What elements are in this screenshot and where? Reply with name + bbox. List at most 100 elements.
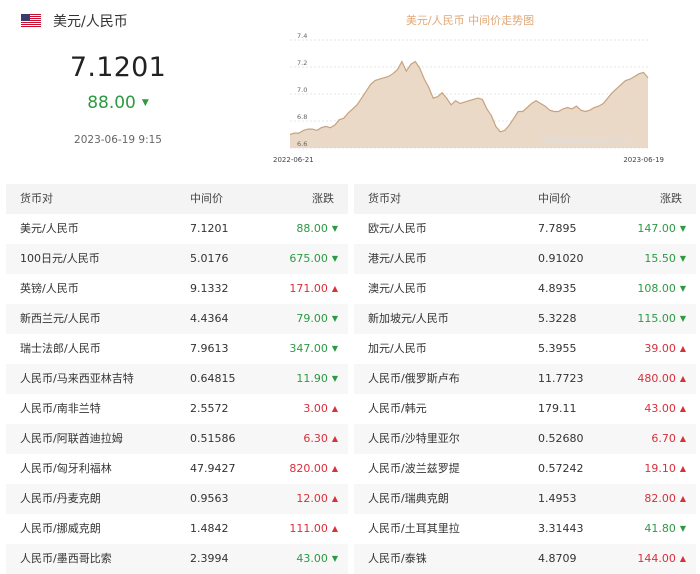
table-row[interactable]: 瑞士法郎/人民币 7.9613 347.00 ▼	[6, 334, 348, 364]
table-row[interactable]: 人民币/瑞典克朗 1.4953 82.00 ▲	[354, 484, 696, 514]
pair-name[interactable]: 人民币/沙特里亚尔	[368, 424, 460, 454]
table-row[interactable]: 人民币/马来西亚林吉特 0.64815 11.90 ▼	[6, 364, 348, 394]
change-value: 43.00	[644, 402, 676, 415]
pair-name[interactable]: 欧元/人民币	[368, 214, 427, 244]
up-arrow-icon: ▲	[331, 524, 338, 533]
table-row[interactable]: 人民币/波兰兹罗提 0.57242 19.10 ▲	[354, 454, 696, 484]
mid-rate: 5.0176	[190, 252, 229, 265]
trend-chart[interactable]: 美元/人民币 中间价走势图 chinamoney.com.cn 7.4 7.2 7.…	[268, 8, 668, 168]
change-value: 15.50	[644, 252, 676, 265]
table-row[interactable]: 港元/人民币 0.91020 15.50 ▼	[354, 244, 696, 274]
table-header: 货币对 中间价 涨跌	[354, 184, 696, 214]
y-tick-label: 6.6	[297, 140, 307, 148]
change-cell: 108.00 ▼	[637, 274, 686, 304]
pair-name[interactable]: 人民币/泰铢	[368, 544, 427, 574]
up-arrow-icon: ▲	[679, 494, 686, 503]
change-value: 3.00	[303, 402, 328, 415]
pair-name[interactable]: 人民币/韩元	[368, 394, 427, 424]
rate-change: 88.00 ▼	[58, 93, 178, 113]
pair-name[interactable]: 人民币/匈牙利福林	[20, 454, 112, 484]
table-row[interactable]: 美元/人民币 7.1201 88.00 ▼	[6, 214, 348, 244]
change-cell: 115.00 ▼	[637, 304, 686, 334]
pair-name[interactable]: 英镑/人民币	[20, 274, 79, 304]
pair-name[interactable]: 瑞士法郎/人民币	[20, 334, 101, 364]
pair-name[interactable]: 人民币/瑞典克朗	[368, 484, 449, 514]
mid-rate: 7.1201	[190, 222, 229, 235]
change-cell: 147.00 ▼	[637, 214, 686, 244]
mid-rate: 0.91020	[538, 252, 584, 265]
pair-name[interactable]: 港元/人民币	[368, 244, 427, 274]
pair-name[interactable]: 人民币/墨西哥比索	[20, 544, 112, 574]
table-row[interactable]: 人民币/阿联酋迪拉姆 0.51586 6.30 ▲	[6, 424, 348, 454]
table-row[interactable]: 人民币/俄罗斯卢布 11.7723 480.00 ▲	[354, 364, 696, 394]
change-value: 6.30	[303, 432, 328, 445]
change-cell: 6.30 ▲	[303, 424, 338, 454]
down-arrow-icon: ▼	[331, 374, 338, 383]
change-cell: 39.00 ▲	[644, 334, 686, 364]
current-rate: 7.1201	[69, 52, 167, 83]
table-row[interactable]: 人民币/南非兰特 2.5572 3.00 ▲	[6, 394, 348, 424]
mid-rate: 179.11	[538, 402, 577, 415]
table-row[interactable]: 人民币/匈牙利福林 47.9427 820.00 ▲	[6, 454, 348, 484]
down-arrow-icon: ▼	[331, 344, 338, 353]
change-cell: 11.90 ▼	[296, 364, 338, 394]
up-arrow-icon: ▲	[679, 404, 686, 413]
pair-name[interactable]: 人民币/俄罗斯卢布	[368, 364, 460, 394]
mid-rate: 1.4842	[190, 522, 229, 535]
pair-name[interactable]: 新西兰元/人民币	[20, 304, 101, 334]
mid-rate: 0.51586	[190, 432, 236, 445]
pair-name[interactable]: 人民币/南非兰特	[20, 394, 101, 424]
pair-name[interactable]: 加元/人民币	[368, 334, 427, 364]
up-arrow-icon: ▲	[331, 464, 338, 473]
table-row[interactable]: 100日元/人民币 5.0176 675.00 ▼	[6, 244, 348, 274]
mid-rate: 1.4953	[538, 492, 577, 505]
down-arrow-icon: ▼	[679, 284, 686, 293]
table-row[interactable]: 欧元/人民币 7.7895 147.00 ▼	[354, 214, 696, 244]
mid-rate: 47.9427	[190, 462, 236, 475]
pair-title: 美元/人民币	[53, 14, 128, 30]
change-cell: 41.80 ▼	[644, 514, 686, 544]
mid-rate: 0.52680	[538, 432, 584, 445]
table-row[interactable]: 人民币/丹麦克朗 0.9563 12.00 ▲	[6, 484, 348, 514]
change-cell: 820.00 ▲	[289, 454, 338, 484]
up-arrow-icon: ▲	[679, 554, 686, 563]
table-row[interactable]: 新西兰元/人民币 4.4364 79.00 ▼	[6, 304, 348, 334]
table-row[interactable]: 加元/人民币 5.3955 39.00 ▲	[354, 334, 696, 364]
table-row[interactable]: 人民币/土耳其里拉 3.31443 41.80 ▼	[354, 514, 696, 544]
pair-name[interactable]: 人民币/丹麦克朗	[20, 484, 101, 514]
pair-name[interactable]: 人民币/挪威克朗	[20, 514, 101, 544]
pair-name[interactable]: 新加坡元/人民币	[368, 304, 449, 334]
col-mid-header: 中间价	[538, 192, 571, 205]
change-value: 11.90	[296, 372, 328, 385]
change-cell: 88.00 ▼	[296, 214, 338, 244]
pair-name[interactable]: 100日元/人民币	[20, 244, 100, 274]
pair-name[interactable]: 人民币/马来西亚林吉特	[20, 364, 134, 394]
change-cell: 347.00 ▼	[289, 334, 338, 364]
down-arrow-icon: ▼	[331, 224, 338, 233]
x-end-label: 2023-06-19	[623, 156, 664, 164]
pair-name[interactable]: 澳元/人民币	[368, 274, 427, 304]
down-arrow-icon: ▼	[331, 554, 338, 563]
change-cell: 3.00 ▲	[303, 394, 338, 424]
table-row[interactable]: 人民币/挪威克朗 1.4842 111.00 ▲	[6, 514, 348, 544]
down-arrow-icon: ▼	[679, 314, 686, 323]
table-row[interactable]: 人民币/沙特里亚尔 0.52680 6.70 ▲	[354, 424, 696, 454]
table-row[interactable]: 人民币/泰铢 4.8709 144.00 ▲	[354, 544, 696, 574]
table-row[interactable]: 英镑/人民币 9.1332 171.00 ▲	[6, 274, 348, 304]
pair-name[interactable]: 人民币/波兰兹罗提	[368, 454, 460, 484]
pair-name[interactable]: 人民币/阿联酋迪拉姆	[20, 424, 123, 454]
mid-rate: 0.9563	[190, 492, 229, 505]
usd-cny-summary: 美元/人民币 7.1201 88.00 ▼ 2023-06-19 9:15 美元/…	[0, 0, 700, 178]
table-row[interactable]: 新加坡元/人民币 5.3228 115.00 ▼	[354, 304, 696, 334]
change-value: 171.00	[289, 282, 328, 295]
up-arrow-icon: ▲	[331, 404, 338, 413]
pair-name[interactable]: 美元/人民币	[20, 214, 79, 244]
table-row[interactable]: 澳元/人民币 4.8935 108.00 ▼	[354, 274, 696, 304]
change-cell: 82.00 ▲	[644, 484, 686, 514]
table-row[interactable]: 人民币/墨西哥比索 2.3994 43.00 ▼	[6, 544, 348, 574]
down-arrow-icon: ▼	[331, 254, 338, 263]
down-arrow-icon: ▼	[679, 254, 686, 263]
pair-name[interactable]: 人民币/土耳其里拉	[368, 514, 460, 544]
mid-rate: 2.5572	[190, 402, 229, 415]
table-row[interactable]: 人民币/韩元 179.11 43.00 ▲	[354, 394, 696, 424]
